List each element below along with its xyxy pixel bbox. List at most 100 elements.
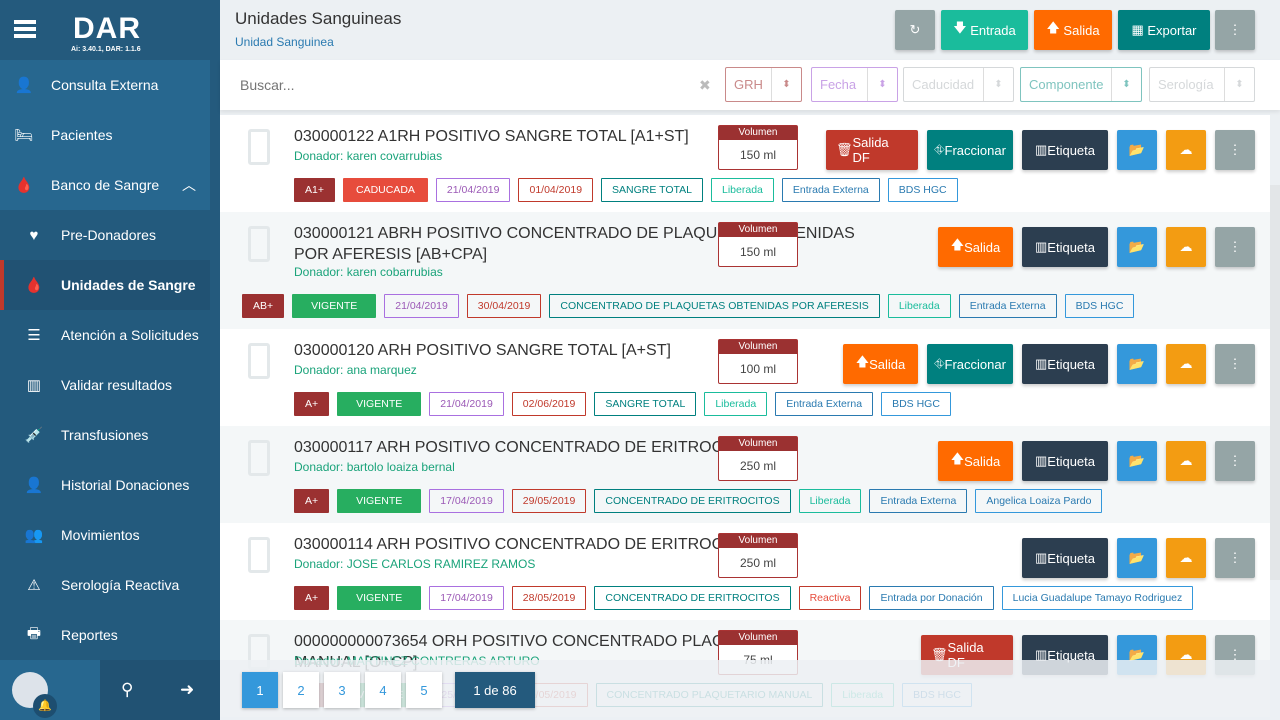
breadcrumb[interactable]: Unidad Sanguinea [235, 35, 334, 49]
page-button-1[interactable]: 1 [242, 672, 278, 708]
more-vertical-icon: ⋮ [1228, 356, 1242, 371]
tag-date2: 29/05/2019 [511, 489, 587, 513]
sidebar-item-atención-a-solicitudes[interactable]: ☰ Atención a Solicitudes [0, 310, 210, 360]
tag-list: A+ VIGENTE 21/04/2019 02/06/2019 SANGRE TOTA… [294, 392, 951, 416]
volume-box: Volumen 150 ml [718, 125, 798, 170]
folder-button[interactable]: 📂 [1117, 538, 1157, 578]
filter-select-caducidad[interactable]: Caducidad ⬍ [903, 67, 1014, 102]
button-label: Fraccionar [944, 142, 1006, 158]
sidebar-item-banco-de-sangre[interactable]: 🩸 Banco de Sangre ︿ [0, 160, 210, 210]
folder-button[interactable]: 📂 [1117, 130, 1157, 170]
more-button[interactable]: ⋮ [1215, 538, 1255, 578]
filter-select-serología[interactable]: Serología ⬍ [1149, 67, 1255, 102]
page-button-5[interactable]: 5 [406, 672, 442, 708]
salida-df-button[interactable]: 🗑 Salida DF [826, 130, 918, 170]
bell-icon[interactable]: 🔔 [33, 694, 57, 718]
logout-icon[interactable]: ➜ [180, 680, 194, 700]
cloud-download-icon: ☁ [1179, 239, 1193, 254]
etiqueta-button[interactable]: ▥ Etiqueta [1022, 344, 1108, 384]
download-button[interactable]: ☁ [1166, 344, 1206, 384]
etiqueta-button[interactable]: ▥ Etiqueta [1022, 227, 1108, 267]
search-icon[interactable]: ⚲ [121, 680, 133, 700]
cloud-download-icon: ☁ [1179, 356, 1193, 371]
sidebar-item-label: Pacientes [51, 127, 113, 143]
more-button[interactable]: ⋮ [1215, 344, 1255, 384]
tag-date2: 28/05/2019 [511, 586, 587, 610]
sidebar-item-label: Transfusiones [61, 427, 149, 443]
sidebar-item-consulta-externa[interactable]: 👤 Consulta Externa [0, 60, 210, 110]
tag-ent: Entrada por Donación [869, 586, 994, 610]
blood-bag-icon [248, 537, 270, 573]
tag-comp: CONCENTRADO DE PLAQUETAS OBTENIDAS POR A… [549, 294, 880, 318]
filter-select-label: Caducidad [912, 77, 975, 92]
chevron-up-icon[interactable]: ︿ [182, 175, 196, 195]
fraccionar-button[interactable]: ⛗ Fraccionar [927, 344, 1013, 384]
folder-button[interactable]: 📂 [1117, 344, 1157, 384]
folder-button[interactable]: 📂 [1117, 441, 1157, 481]
fraccionar-button[interactable]: ⛗ Fraccionar [927, 130, 1013, 170]
page-button-3[interactable]: 3 [324, 672, 360, 708]
sidebar-item-reportes[interactable]: 🖶 Reportes [0, 610, 210, 660]
page-button-4[interactable]: 4 [365, 672, 401, 708]
donor-name: Donador: ana marquez [294, 363, 417, 377]
donor-name: Donador: bartolo loaiza bernal [294, 460, 455, 474]
salida-button[interactable]: 🡅 Salida [938, 227, 1013, 267]
sidebar-item-historial-donaciones[interactable]: 👤 Historial Donaciones [0, 460, 210, 510]
sort-icon: ⬍ [1111, 68, 1141, 101]
unit-row: 030000120 ARH POSITIVO SANGRE TOTAL [A+S… [220, 329, 1270, 426]
download-button[interactable]: ☁ [1166, 441, 1206, 481]
sidebar-item-serología-reactiva[interactable]: ⚠ Serología Reactiva [0, 560, 210, 610]
barcode-icon: ▥ [1035, 453, 1048, 468]
tag-org: Angelica Loaiza Pardo [975, 489, 1103, 513]
user-clock-icon: 👤 [24, 477, 44, 494]
search-input[interactable] [240, 77, 700, 93]
more-button[interactable]: ⋮ [1215, 441, 1255, 481]
exportar-button[interactable]: ▦ Exportar [1118, 10, 1210, 50]
filter-select-componente[interactable]: Componente ⬍ [1020, 67, 1142, 102]
blood-bag-icon [248, 440, 270, 476]
sort-icon: ⬍ [983, 68, 1013, 101]
action-buttons: 🡅 Salida ▥ Etiqueta 📂 ☁ ⋮ [938, 227, 1255, 267]
sidebar-item-transfusiones[interactable]: 💉 Transfusiones [0, 410, 210, 460]
clear-icon[interactable]: ✖ [699, 77, 711, 94]
sidebar-item-label: Reportes [61, 627, 118, 643]
more-button[interactable]: ⋮ [1215, 10, 1255, 50]
download-button[interactable]: ☁ [1166, 130, 1206, 170]
etiqueta-button[interactable]: ▥ Etiqueta [1022, 441, 1108, 481]
etiqueta-button[interactable]: ▥ Etiqueta [1022, 538, 1108, 578]
tag-grh: AB+ [242, 294, 285, 318]
people-carry-icon: 👥 [24, 527, 44, 544]
sidebar-item-unidades-de-sangre[interactable]: 🩸 Unidades de Sangre [0, 260, 210, 310]
filter-select-grh[interactable]: GRH ⬍ [725, 67, 802, 102]
arrow-up-icon: 🡅 [950, 237, 965, 252]
button-label: Salida DF [852, 135, 889, 165]
button-label: Salida [869, 356, 906, 372]
download-button[interactable]: ☁ [1166, 227, 1206, 267]
sidebar-item-validar-resultados[interactable]: ▥ Validar resultados [0, 360, 210, 410]
more-button[interactable]: ⋮ [1215, 130, 1255, 170]
salida-button[interactable]: 🡅 Salida [843, 344, 918, 384]
salida-button[interactable]: 🡅 Salida [1034, 10, 1112, 50]
filter-select-fecha[interactable]: Fecha ⬍ [811, 67, 898, 102]
arrow-up-icon: 🡅 [1046, 20, 1064, 35]
scrollbar[interactable] [1270, 185, 1280, 580]
tag-comp: SANGRE TOTAL [594, 392, 697, 416]
tag-org: BDS HGC [1064, 294, 1135, 318]
button-label: Fraccionar [944, 356, 1006, 372]
sidebar-item-movimientos[interactable]: 👥 Movimientos [0, 510, 210, 560]
folder-icon: 📂 [1128, 550, 1146, 565]
download-button[interactable]: ☁ [1166, 538, 1206, 578]
salida-button[interactable]: 🡅 Salida [938, 441, 1013, 481]
version-text: Ai: 3.40.1, DAR: 1.1.6 [71, 46, 141, 53]
entrada-button[interactable]: 🡇 Entrada [941, 10, 1028, 50]
menu-icon[interactable] [14, 20, 36, 38]
user-doctor-icon: 👤 [14, 77, 34, 94]
sidebar-item-pacientes[interactable]: 🛏 Pacientes [0, 110, 210, 160]
more-button[interactable]: ⋮ [1215, 227, 1255, 267]
sidebar-item-pre-donadores[interactable]: ♥ Pre-Donadores [0, 210, 210, 260]
page-button-2[interactable]: 2 [283, 672, 319, 708]
refresh-button[interactable]: ↻ [895, 10, 935, 50]
folder-button[interactable]: 📂 [1117, 227, 1157, 267]
tag-lib: Liberada [704, 392, 768, 416]
etiqueta-button[interactable]: ▥ Etiqueta [1022, 130, 1108, 170]
